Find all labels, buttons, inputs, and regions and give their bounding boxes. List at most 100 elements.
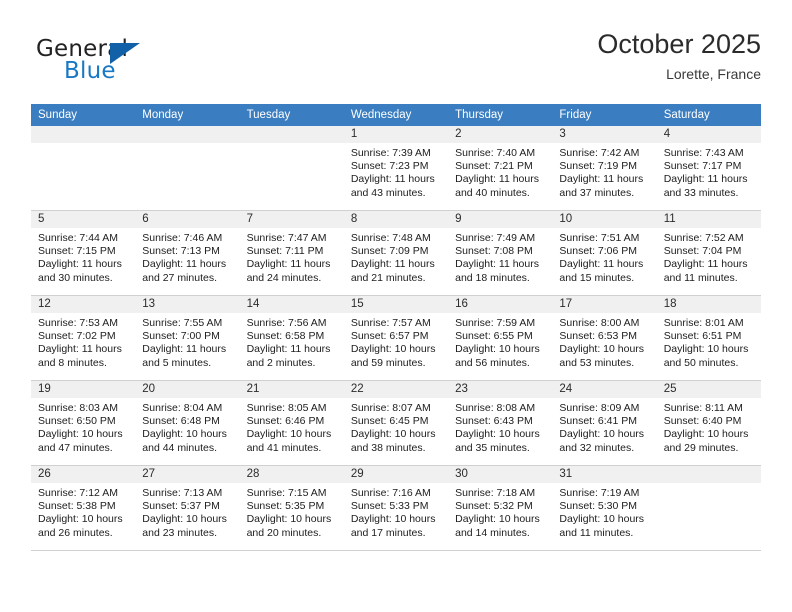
day-number: 24 [552, 381, 657, 398]
day-cell-content: 11 Sunrise: 7:52 AM Sunset: 7:04 PM Dayligh… [656, 211, 761, 295]
day-number: 11 [656, 211, 761, 228]
day-detail-line: Daylight: 10 hours [38, 513, 123, 526]
calendar-page: General Blue October 2025 Lorette, Franc… [0, 0, 792, 612]
day-number: 8 [343, 211, 449, 228]
calendar-day-cell[interactable]: 30 Sunrise: 7:18 AM Sunset: 5:32 PM Dayligh… [448, 465, 553, 551]
day-detail-line: Sunset: 6:57 PM [350, 330, 429, 343]
day-cell-content: 20 Sunrise: 8:04 AM Sunset: 6:48 PM Dayligh… [135, 381, 240, 465]
calendar-day-cell[interactable]: 13 Sunrise: 7:55 AM Sunset: 7:00 PM Dayligh… [135, 295, 240, 381]
day-number: 29 [343, 466, 449, 483]
day-details: Sunrise: 7:52 AM Sunset: 7:04 PM Daylight:… [657, 228, 761, 285]
calendar-day-cell[interactable]: 6 Sunrise: 7:46 AM Sunset: 7:13 PM Daylight… [135, 210, 240, 296]
day-detail-line: Daylight: 10 hours [559, 343, 645, 356]
calendar-day-cell[interactable]: 9 Sunrise: 7:49 AM Sunset: 7:08 PM Daylight… [448, 210, 553, 296]
day-number: 18 [656, 296, 761, 313]
day-cell-content: 26 Sunrise: 7:12 AM Sunset: 5:38 PM Dayligh… [31, 466, 136, 550]
day-detail-line: Daylight: 10 hours [246, 513, 332, 526]
calendar-day-cell[interactable]: 25 Sunrise: 8:11 AM Sunset: 6:40 PM Dayligh… [656, 380, 761, 466]
weekday-header-thursday: Thursday [448, 104, 553, 126]
calendar-day-cell[interactable]: 26 Sunrise: 7:12 AM Sunset: 5:38 PM Dayligh… [31, 465, 136, 551]
day-cell-content: 7 Sunrise: 7:47 AM Sunset: 7:11 PM Daylight… [239, 211, 344, 295]
day-details: Sunrise: 8:00 AM Sunset: 6:53 PM Daylight:… [552, 313, 656, 370]
day-detail-line: Sunrise: 8:04 AM [142, 402, 223, 414]
day-detail-line: and 23 minutes. [142, 526, 217, 539]
calendar-day-cell[interactable]: 27 Sunrise: 7:13 AM Sunset: 5:37 PM Dayligh… [135, 465, 240, 551]
calendar-day-cell[interactable]: 14 Sunrise: 7:56 AM Sunset: 6:58 PM Dayligh… [239, 295, 344, 381]
calendar-week-row: 5 Sunrise: 7:44 AM Sunset: 7:15 PM Daylight… [31, 210, 761, 296]
calendar-day-cell[interactable]: 8 Sunrise: 7:48 AM Sunset: 7:09 PM Daylight… [343, 210, 449, 296]
day-cell-content: 3 Sunrise: 7:42 AM Sunset: 7:19 PM Daylight… [552, 126, 657, 210]
day-detail-line: and 21 minutes. [350, 271, 426, 284]
day-detail-line: and 24 minutes. [246, 271, 322, 284]
calendar-day-cell[interactable]: 20 Sunrise: 8:04 AM Sunset: 6:48 PM Dayligh… [135, 380, 240, 466]
calendar-day-cell[interactable]: 15 Sunrise: 7:57 AM Sunset: 6:57 PM Dayligh… [343, 295, 449, 381]
calendar-day-cell[interactable]: 22 Sunrise: 8:07 AM Sunset: 6:45 PM Dayligh… [343, 380, 449, 466]
calendar-day-cell[interactable]: 7 Sunrise: 7:47 AM Sunset: 7:11 PM Daylight… [239, 210, 344, 296]
day-detail-line: Sunrise: 7:19 AM [559, 487, 640, 499]
day-detail-line: Daylight: 10 hours [142, 428, 227, 441]
calendar-day-cell[interactable]: 2 Sunrise: 7:40 AM Sunset: 7:21 PM Daylight… [448, 126, 553, 211]
day-number: 15 [343, 296, 449, 313]
calendar-day-cell[interactable]: 5 Sunrise: 7:44 AM Sunset: 7:15 PM Daylight… [31, 210, 136, 296]
calendar-day-cell[interactable]: 1 Sunrise: 7:39 AM Sunset: 7:23 PM Daylight… [343, 126, 449, 211]
calendar-day-cell[interactable]: 23 Sunrise: 8:08 AM Sunset: 6:43 PM Dayligh… [448, 380, 553, 466]
weekday-header-wednesday: Wednesday [343, 104, 449, 126]
day-details: Sunrise: 7:13 AM Sunset: 5:37 PM Daylight:… [135, 483, 239, 540]
weekday-header-tuesday: Tuesday [239, 104, 344, 126]
day-detail-line: Daylight: 10 hours [455, 428, 540, 441]
day-number: 13 [135, 296, 240, 313]
calendar-day-cell[interactable]: 17 Sunrise: 8:00 AM Sunset: 6:53 PM Dayligh… [552, 295, 657, 381]
calendar-day-cell[interactable]: 3 Sunrise: 7:42 AM Sunset: 7:19 PM Daylight… [552, 126, 657, 211]
day-detail-line: Sunrise: 8:07 AM [350, 402, 431, 414]
day-detail-line: and 40 minutes. [455, 186, 530, 199]
day-details: Sunrise: 7:56 AM Sunset: 6:58 PM Daylight:… [240, 313, 344, 370]
day-number: 30 [448, 466, 553, 483]
day-cell-content: 10 Sunrise: 7:51 AM Sunset: 7:06 PM Dayligh… [552, 211, 657, 295]
calendar-day-cell[interactable]: 16 Sunrise: 7:59 AM Sunset: 6:55 PM Dayligh… [448, 295, 553, 381]
day-detail-line: Sunrise: 7:52 AM [663, 232, 744, 244]
day-cell-content: 6 Sunrise: 7:46 AM Sunset: 7:13 PM Daylight… [135, 211, 240, 295]
day-detail-line: Sunset: 7:23 PM [350, 160, 429, 173]
day-detail-line: and 35 minutes. [455, 441, 530, 454]
day-detail-line: and 59 minutes. [350, 356, 426, 369]
calendar-day-cell[interactable]: 18 Sunrise: 8:01 AM Sunset: 6:51 PM Dayligh… [656, 295, 761, 381]
day-detail-line: Sunset: 7:02 PM [38, 330, 116, 343]
day-details: Sunrise: 7:51 AM Sunset: 7:06 PM Daylight:… [552, 228, 656, 285]
day-number: 28 [239, 466, 344, 483]
calendar-head: Sunday Monday Tuesday Wednesday Thursday… [31, 104, 761, 126]
calendar-day-cell [239, 126, 344, 211]
day-cell-empty [31, 126, 136, 210]
calendar-day-cell[interactable]: 11 Sunrise: 7:52 AM Sunset: 7:04 PM Dayligh… [656, 210, 761, 296]
logo-text-blue: Blue [64, 58, 116, 84]
calendar-day-cell [135, 126, 240, 211]
day-detail-line: Sunrise: 7:48 AM [350, 232, 431, 244]
day-detail-line: Sunrise: 8:09 AM [559, 402, 640, 414]
day-detail-line: and 26 minutes. [38, 526, 113, 539]
day-details: Sunrise: 7:40 AM Sunset: 7:21 PM Daylight:… [448, 143, 552, 200]
calendar-day-cell[interactable]: 19 Sunrise: 8:03 AM Sunset: 6:50 PM Dayligh… [31, 380, 136, 466]
day-detail-line: and 50 minutes. [663, 356, 739, 369]
day-number: 4 [656, 126, 761, 143]
day-detail-line: Sunset: 5:35 PM [246, 500, 325, 513]
day-cell-content: 14 Sunrise: 7:56 AM Sunset: 6:58 PM Dayligh… [239, 296, 344, 380]
calendar-day-cell[interactable]: 24 Sunrise: 8:09 AM Sunset: 6:41 PM Dayligh… [552, 380, 657, 466]
day-number: 5 [31, 211, 136, 228]
day-detail-line: Daylight: 11 hours [455, 173, 539, 186]
day-details: Sunrise: 7:18 AM Sunset: 5:32 PM Daylight:… [448, 483, 552, 540]
day-cell-content: 24 Sunrise: 8:09 AM Sunset: 6:41 PM Dayligh… [552, 381, 657, 465]
day-detail-line: Sunrise: 7:57 AM [350, 317, 431, 329]
day-detail-line: and 38 minutes. [350, 441, 426, 454]
calendar-day-cell[interactable]: 29 Sunrise: 7:16 AM Sunset: 5:33 PM Dayligh… [343, 465, 449, 551]
calendar-day-cell[interactable]: 21 Sunrise: 8:05 AM Sunset: 6:46 PM Dayligh… [239, 380, 344, 466]
calendar-day-cell[interactable]: 4 Sunrise: 7:43 AM Sunset: 7:17 PM Daylight… [656, 126, 761, 211]
day-number: 31 [552, 466, 657, 483]
calendar-day-cell[interactable]: 31 Sunrise: 7:19 AM Sunset: 5:30 PM Dayligh… [552, 465, 657, 551]
calendar-day-cell[interactable]: 12 Sunrise: 7:53 AM Sunset: 7:02 PM Dayligh… [31, 295, 136, 381]
day-cell-content: 18 Sunrise: 8:01 AM Sunset: 6:51 PM Dayligh… [656, 296, 761, 380]
calendar-day-cell[interactable]: 28 Sunrise: 7:15 AM Sunset: 5:35 PM Dayligh… [239, 465, 344, 551]
day-detail-line: Sunset: 7:08 PM [455, 245, 533, 258]
day-detail-line: and 53 minutes. [559, 356, 635, 369]
calendar-day-cell[interactable]: 10 Sunrise: 7:51 AM Sunset: 7:06 PM Dayligh… [552, 210, 657, 296]
general-blue-logo[interactable]: General Blue [36, 36, 246, 96]
weekday-header-friday: Friday [552, 104, 657, 126]
